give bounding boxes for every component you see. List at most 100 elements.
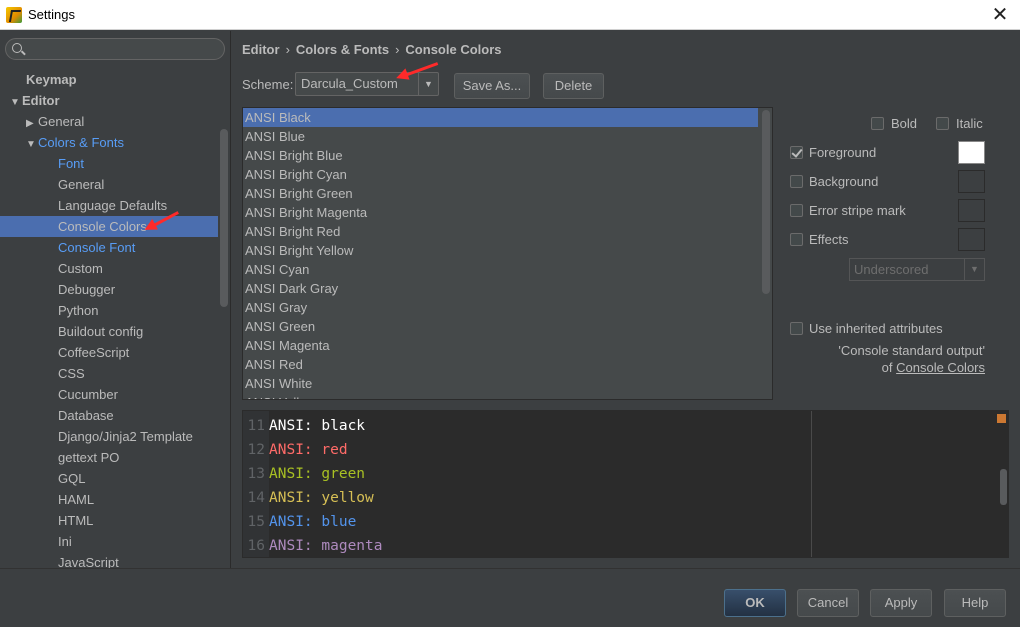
- error-stripe-marker[interactable]: [997, 414, 1006, 423]
- console-colors-link[interactable]: Console Colors: [896, 360, 985, 375]
- sidebar-item-label: HTML: [58, 513, 94, 528]
- sidebar-item[interactable]: Console Font: [0, 237, 218, 258]
- ansi-color-word: blue: [321, 514, 357, 530]
- attribute-list-item[interactable]: ANSI Magenta: [243, 336, 772, 355]
- help-button[interactable]: Help: [944, 589, 1006, 617]
- sidebar-item[interactable]: ▼ Colors & Fonts: [0, 132, 218, 153]
- line-number: 13: [247, 466, 265, 482]
- sidebar-scrollbar[interactable]: [220, 129, 228, 307]
- error-stripe-checkbox[interactable]: [790, 204, 803, 217]
- sidebar-item-label: Console Font: [58, 240, 136, 255]
- sidebar-item-label: General: [38, 114, 85, 129]
- ok-button[interactable]: OK: [724, 589, 786, 617]
- close-icon[interactable]: ✕: [990, 4, 1010, 24]
- attribute-list-item[interactable]: ANSI Cyan: [243, 260, 772, 279]
- attribute-list-item[interactable]: ANSI White: [243, 374, 772, 393]
- chevron-down-icon[interactable]: ▼: [418, 73, 438, 95]
- attribute-list-item[interactable]: ANSI Dark Gray: [243, 279, 772, 298]
- sidebar-item[interactable]: HAML: [0, 489, 218, 510]
- attribute-list-item[interactable]: ANSI Bright Green: [243, 184, 772, 203]
- breadcrumb-separator: ›: [395, 42, 400, 57]
- italic-label: Italic: [956, 116, 983, 131]
- color-preview-editor[interactable]: 11 ANSI: black 12 ANSI: red 13 ANSI: green 14 A…: [242, 410, 1009, 558]
- sidebar-item[interactable]: Ini: [0, 531, 218, 552]
- sidebar-item[interactable]: ▼ Editor: [0, 90, 218, 111]
- sidebar-item[interactable]: JavaScript: [0, 552, 218, 568]
- save-as-button[interactable]: Save As...: [454, 73, 530, 99]
- cancel-button[interactable]: Cancel: [797, 589, 859, 617]
- preview-line: 16 ANSI: magenta: [243, 534, 383, 557]
- expanded-arrow-icon[interactable]: ▼: [26, 134, 38, 155]
- attribute-list-item[interactable]: ANSI Green: [243, 317, 772, 336]
- sidebar-item[interactable]: gettext PO: [0, 447, 218, 468]
- window-title: Settings: [28, 7, 75, 22]
- effects-checkbox[interactable]: [790, 233, 803, 246]
- delete-button[interactable]: Delete: [543, 73, 604, 99]
- scheme-dropdown[interactable]: Darcula_Custom ▼: [295, 72, 439, 96]
- right-margin-guide: [811, 411, 812, 557]
- effect-type-dropdown[interactable]: Underscored ▼: [849, 258, 985, 281]
- dialog-footer: OK Cancel Apply Help: [0, 568, 1020, 627]
- effects-color-swatch[interactable]: [958, 228, 985, 251]
- sidebar-item[interactable]: Console Colors: [0, 216, 218, 237]
- sidebar-item-label: Editor: [22, 93, 60, 108]
- inherit-checkbox[interactable]: [790, 322, 803, 335]
- preview-line: 11 ANSI: black: [243, 414, 366, 438]
- sidebar-item[interactable]: Language Defaults: [0, 195, 218, 216]
- breadcrumb-separator: ›: [285, 42, 290, 57]
- sidebar-item[interactable]: Cucumber: [0, 384, 218, 405]
- sidebar-item[interactable]: GQL: [0, 468, 218, 489]
- attribute-list-scrollbar[interactable]: [762, 110, 770, 294]
- inherit-note-of: of: [881, 360, 893, 375]
- foreground-checkbox[interactable]: [790, 146, 803, 159]
- attribute-list-item[interactable]: ANSI Bright Blue: [243, 146, 772, 165]
- sidebar-item[interactable]: HTML: [0, 510, 218, 531]
- foreground-color-swatch[interactable]: [958, 141, 985, 164]
- settings-search-input[interactable]: [5, 38, 225, 60]
- sidebar-item[interactable]: Buildout config: [0, 321, 218, 342]
- attribute-list-item[interactable]: ANSI Bright Red: [243, 222, 772, 241]
- sidebar-item-label: Debugger: [58, 282, 116, 297]
- bold-checkbox[interactable]: [871, 117, 884, 130]
- preview-line: 13 ANSI: green: [243, 462, 366, 486]
- background-checkbox[interactable]: [790, 175, 803, 188]
- sidebar-item[interactable]: Python: [0, 300, 218, 321]
- expanded-arrow-icon[interactable]: ▼: [10, 92, 22, 113]
- line-number: 15: [247, 514, 265, 530]
- sidebar-item[interactable]: CoffeeScript: [0, 342, 218, 363]
- attribute-list-item[interactable]: ANSI Red: [243, 355, 772, 374]
- attribute-list-item[interactable]: ANSI Gray: [243, 298, 772, 317]
- sidebar-item[interactable]: Custom: [0, 258, 218, 279]
- breadcrumb: Editor › Colors & Fonts › Console Colors: [242, 42, 502, 57]
- attribute-list-item[interactable]: ANSI Black: [243, 108, 758, 127]
- breadcrumb-console-colors: Console Colors: [405, 42, 502, 57]
- italic-checkbox[interactable]: [936, 117, 949, 130]
- error-stripe-color-swatch[interactable]: [958, 199, 985, 222]
- sidebar-item[interactable]: Debugger: [0, 279, 218, 300]
- sidebar-item[interactable]: Font: [0, 153, 218, 174]
- attribute-list-item[interactable]: ANSI Bright Yellow: [243, 241, 772, 260]
- background-color-swatch[interactable]: [958, 170, 985, 193]
- attribute-list-item[interactable]: ANSI Bright Cyan: [243, 165, 772, 184]
- collapsed-arrow-icon[interactable]: ▶: [26, 113, 38, 134]
- sidebar-item[interactable]: CSS: [0, 363, 218, 384]
- attribute-list-item[interactable]: ANSI Blue: [243, 127, 772, 146]
- sidebar-item[interactable]: Django/Jinja2 Template: [0, 426, 218, 447]
- search-icon: [12, 43, 22, 53]
- attribute-list-item[interactable]: ANSI Bright Magenta: [243, 203, 772, 222]
- sidebar-item-label: Cucumber: [58, 387, 118, 402]
- effect-type-value: Underscored: [854, 262, 929, 277]
- attribute-list-item[interactable]: ANSI Yellow: [243, 393, 772, 399]
- apply-button[interactable]: Apply: [870, 589, 932, 617]
- sidebar-item[interactable]: General: [0, 174, 218, 195]
- ansi-color-word: magenta: [321, 538, 383, 554]
- preview-scrollbar[interactable]: [1000, 469, 1007, 505]
- effects-label: Effects: [809, 232, 849, 247]
- sidebar-item[interactable]: ▶ General: [0, 111, 218, 132]
- title-bar: Settings ✕: [0, 0, 1020, 30]
- sidebar-item[interactable]: Keymap: [0, 69, 218, 90]
- chevron-down-icon[interactable]: ▼: [964, 259, 984, 280]
- sidebar-item-label: Python: [58, 303, 99, 318]
- attribute-list[interactable]: ANSI Black ANSI Blue ANSI Bright Blue ANSI …: [242, 107, 773, 400]
- sidebar-item[interactable]: Database: [0, 405, 218, 426]
